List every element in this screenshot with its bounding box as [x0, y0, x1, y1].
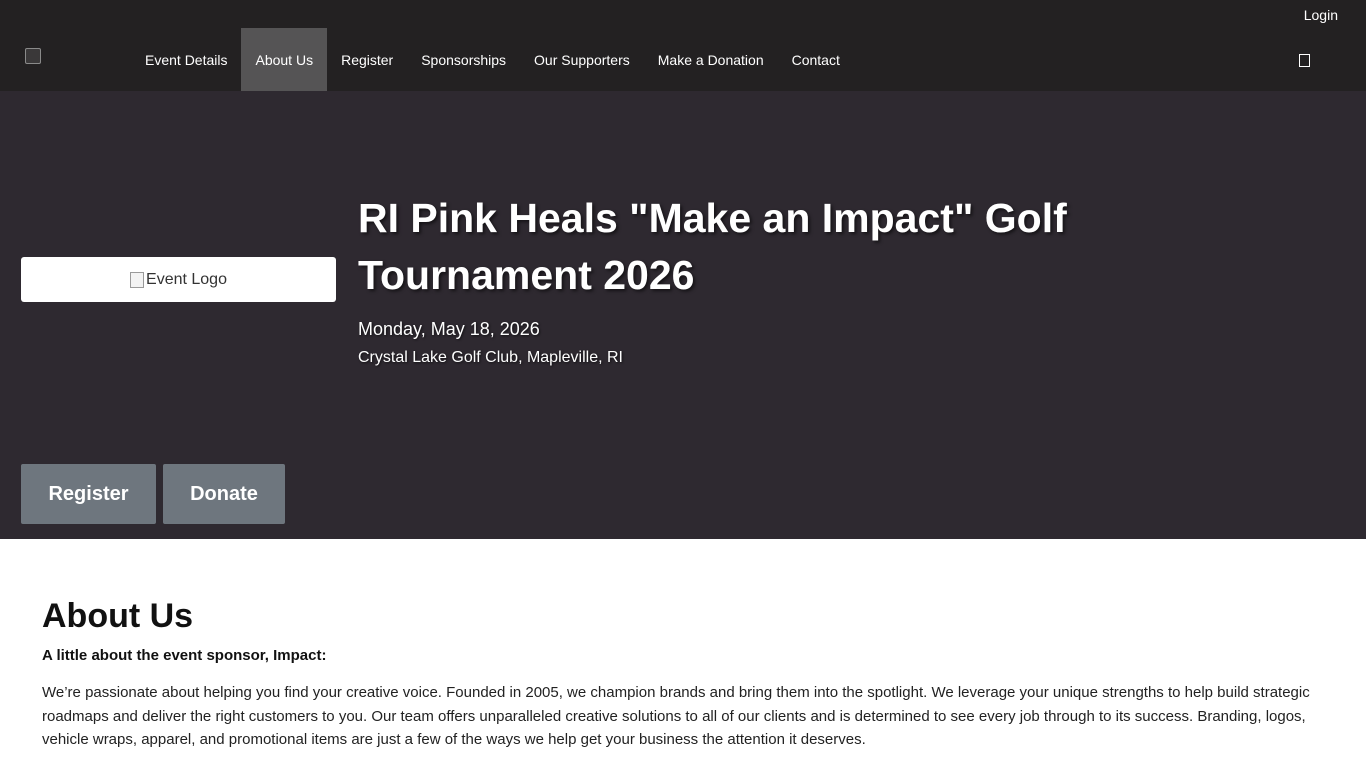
about-subheading: A little about the event sponsor, Impact… [42, 647, 327, 664]
site-header: Login Event Details About Us Register Sp… [0, 0, 1366, 91]
event-logo: Event Logo [21, 257, 336, 302]
donate-button[interactable]: Donate [163, 464, 285, 524]
search-icon[interactable] [1299, 54, 1310, 67]
register-button[interactable]: Register [21, 464, 156, 524]
about-body-text: We’re passionate about helping you find … [42, 684, 1310, 748]
about-section: About Us A little about the event sponso… [42, 596, 1332, 752]
event-location: Crystal Lake Golf Club, Mapleville, RI [358, 349, 623, 366]
about-heading: About Us [42, 597, 194, 635]
nav-item-about-us[interactable]: About Us [241, 28, 328, 91]
nav-item-event-details[interactable]: Event Details [131, 28, 241, 91]
site-logo-broken-image-icon[interactable] [25, 48, 41, 64]
nav-item-register[interactable]: Register [327, 28, 407, 91]
hero-banner: Event Logo RI Pink Heals "Make an Impact… [0, 91, 1366, 539]
event-title: RI Pink Heals "Make an Impact" Golf Tour… [358, 195, 1067, 298]
event-logo-alt-text: Event Logo [146, 270, 227, 288]
nav-item-our-supporters[interactable]: Our Supporters [520, 28, 644, 91]
nav-item-contact[interactable]: Contact [778, 28, 854, 91]
event-date: Monday, May 18, 2026 [358, 319, 540, 339]
broken-image-icon [130, 271, 145, 288]
main-nav: Event Details About Us Register Sponsors… [131, 28, 854, 91]
nav-item-sponsorships[interactable]: Sponsorships [407, 28, 520, 91]
login-link[interactable]: Login [1304, 7, 1338, 23]
nav-item-make-a-donation[interactable]: Make a Donation [644, 28, 778, 91]
